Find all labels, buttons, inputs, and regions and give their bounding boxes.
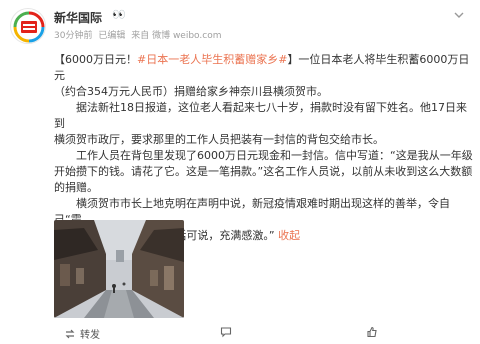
thumbs-up-icon <box>367 326 377 338</box>
post-time[interactable]: 30分钟前 <box>54 31 92 41</box>
text-line: 据法新社18日报道，这位老人看起来七八十岁，捐款时没有留下姓名。他17日来到 <box>54 101 467 130</box>
text-line: 开始攒下的钱。请花了它。这是一笔捐款。”这名工作人员说，以前从未收到这么大数额 <box>54 165 473 178</box>
post-meta: 30分钟前 已编辑 来自 微博 weibo.com <box>54 28 224 41</box>
comment-icon <box>220 327 232 338</box>
author-name[interactable]: 新华国际 <box>54 9 102 26</box>
weibo-post-card: 新华国际 👀 30分钟前 已编辑 来自 微博 weibo.com 【6000万日… <box>0 0 480 344</box>
action-bar: 转发 <box>0 323 480 344</box>
chevron-down-icon[interactable] <box>452 8 466 22</box>
xinhua-logo-icon <box>12 10 45 43</box>
repost-button[interactable]: 转发 <box>64 326 100 341</box>
repost-icon <box>65 329 75 338</box>
collapse-link[interactable]: 收起 <box>275 229 300 242</box>
post-source: 来自 微博 weibo.com <box>131 31 222 41</box>
text-line: 横须贺市政厅，要求那里的工作人员把装有一封信的背包交给市长。 <box>54 133 384 146</box>
street-photo <box>54 220 184 318</box>
post-image[interactable] <box>54 220 184 318</box>
title-bracket-open: 【6000万日元！ <box>54 53 137 66</box>
repost-label: 转发 <box>80 330 100 341</box>
text-line: （约合354万元人民币）捐赠给家乡神奈川县横须贺市。 <box>54 85 328 98</box>
like-button[interactable] <box>366 326 378 338</box>
text-line: 【6000万日元！#日本一老人毕生积蓄赠家乡#】一位日本老人将毕生积蓄6000万… <box>54 52 474 84</box>
comment-button[interactable] <box>220 326 232 338</box>
text-line: 的捐赠。 <box>54 181 98 194</box>
text-line: 工作人员在背包里发现了6000万日元现金和一封信。信中写道：“这是我从一年级 <box>54 149 473 162</box>
edited-label: 已编辑 <box>98 31 126 41</box>
author-badge-emoji: 👀 <box>112 8 126 21</box>
topic-link[interactable]: #日本一老人毕生积蓄赠家乡# <box>137 53 287 66</box>
post-content: 【6000万日元！#日本一老人毕生积蓄赠家乡#】一位日本老人将毕生积蓄6000万… <box>54 52 474 244</box>
author-avatar[interactable] <box>10 8 46 44</box>
